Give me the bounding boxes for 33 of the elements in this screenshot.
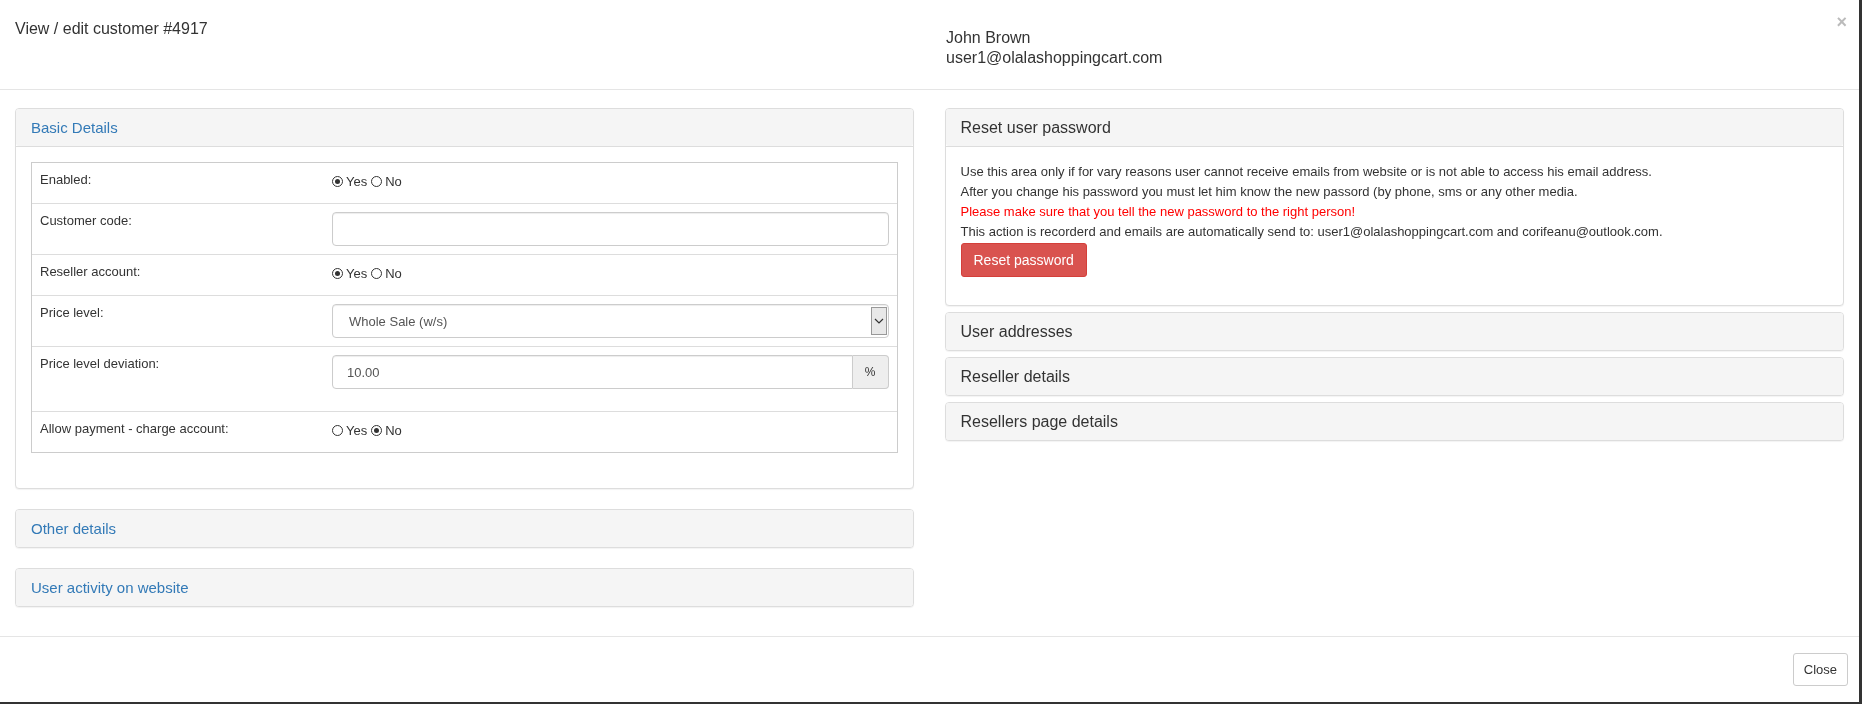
info-text: Please make sure that you tell the new password to the right person! xyxy=(960,203,1357,221)
radio-label: No xyxy=(385,423,402,438)
reset-password-button[interactable]: Reset password xyxy=(960,243,1087,277)
info-text: Use this area only if for vary reasons user cannot receive emails from website or is not able to access his email address. xyxy=(960,163,1653,181)
close-button[interactable]: Close xyxy=(1792,653,1848,686)
field-label: Price level: xyxy=(40,304,105,322)
panel-heading[interactable]: Other details xyxy=(16,510,913,547)
panel-heading[interactable]: Resellers page details xyxy=(945,403,1843,440)
info-text: This action is recorderd and emails are automatically send to: user1@olalashoppingcart.com and corifeanu@outlook.com. xyxy=(960,223,1664,241)
field-label: Enabled: xyxy=(40,171,93,189)
radio-label: No xyxy=(385,266,402,281)
field-label: Allow payment - charge account: xyxy=(40,420,230,438)
input-addon: % xyxy=(852,355,889,389)
input-field[interactable]: 10.00 xyxy=(332,355,853,389)
select-field[interactable]: Whole Sale (w/s) xyxy=(332,304,889,338)
radio-label: Yes xyxy=(346,266,368,281)
field-label: Reseller account: xyxy=(40,263,142,281)
panel-heading[interactable]: User addresses xyxy=(945,313,1843,350)
field-label: Price level deviation: xyxy=(40,355,161,373)
radio-label: No xyxy=(385,174,402,189)
radio-label: Yes xyxy=(346,174,368,189)
panel-heading[interactable]: User activity on website xyxy=(16,569,913,606)
panel-heading[interactable]: Basic Details xyxy=(16,109,913,146)
panel-heading[interactable]: Reset user password xyxy=(945,109,1843,146)
input-field[interactable] xyxy=(332,212,889,246)
field-label: Customer code: xyxy=(40,212,133,230)
customer-email: user1@olalashoppingcart.com xyxy=(946,48,1163,68)
customer-name: John Brown xyxy=(946,28,1032,48)
panel-heading[interactable]: Reseller details xyxy=(945,358,1843,395)
radio-label: Yes xyxy=(346,423,368,438)
dialog-title: View / edit customer #4917 xyxy=(15,20,209,39)
caret-icon xyxy=(870,307,887,335)
info-text: After you change his password you must let him know the new passord (by phone, sms or any other media. xyxy=(960,183,1579,201)
